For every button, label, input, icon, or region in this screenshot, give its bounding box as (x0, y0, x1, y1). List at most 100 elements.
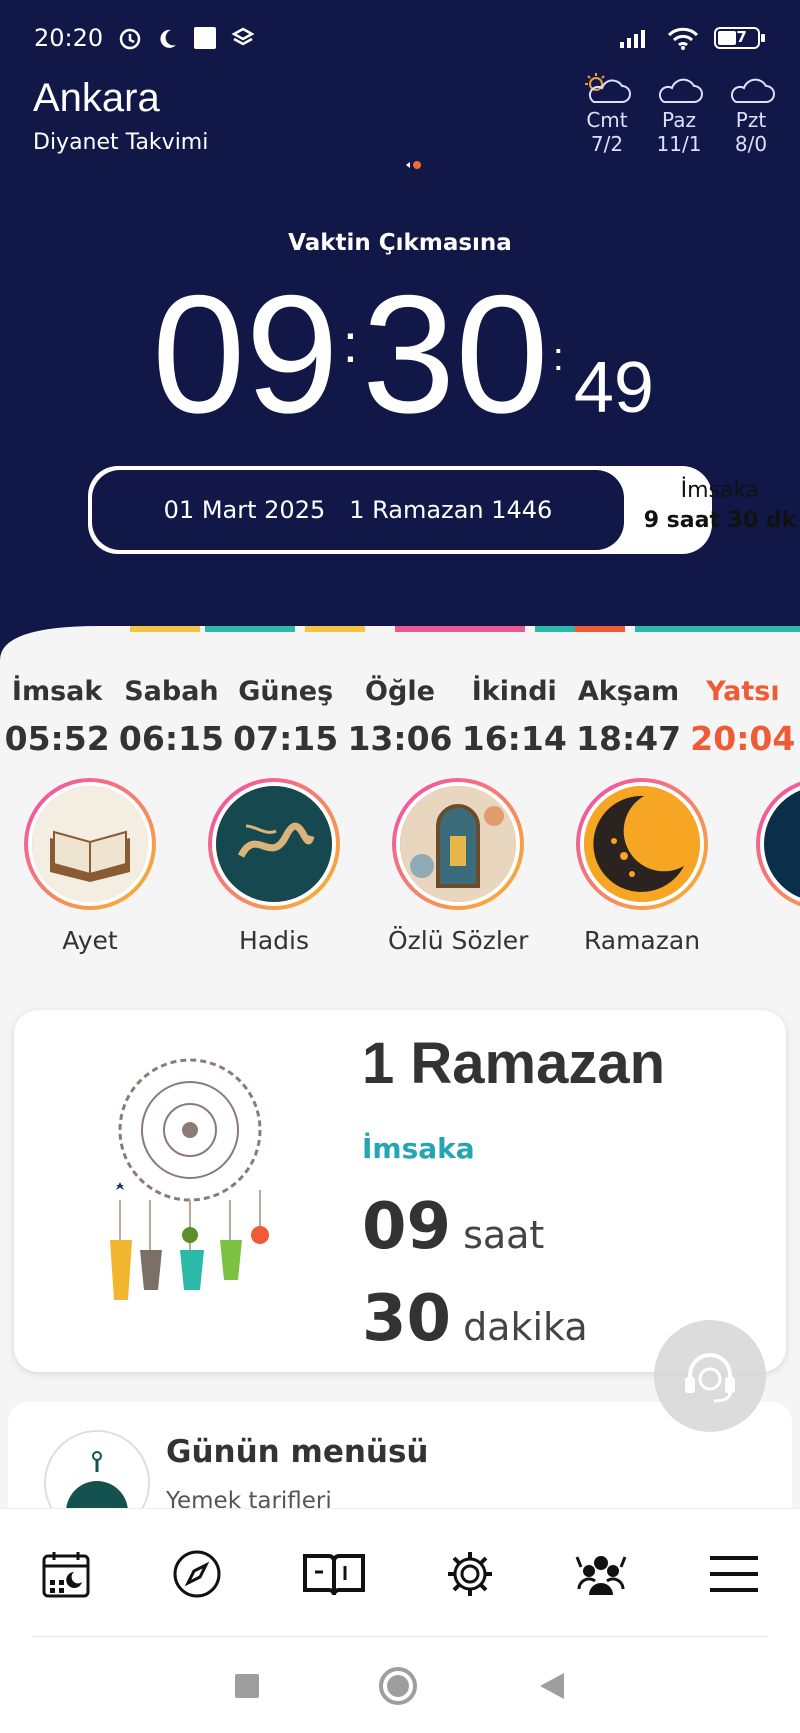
compass-icon[interactable] (172, 1549, 222, 1599)
hijri-date: 1 Ramazan 1446 (349, 496, 553, 524)
partly-cloudy-icon (585, 73, 631, 103)
weather-day-name: Pzt (735, 108, 767, 132)
prayer-name: İkindi (471, 676, 557, 707)
story-ramazan[interactable]: Ramazan (572, 778, 712, 955)
crescent-icon (584, 786, 700, 902)
countdown-hours: 09 (152, 260, 339, 448)
next-prayer-info: İmsaka 9 saat 30 dk (628, 476, 800, 536)
date-bar[interactable]: 01 Mart 2025 1 Ramazan 1446 İmsaka 9 saa… (88, 466, 796, 554)
countdown-label: Vaktin Çıkmasına (288, 230, 512, 256)
countdown-clock: 09:30:49 (0, 270, 800, 438)
story-partial[interactable] (756, 778, 800, 955)
prayer-name: İmsak (11, 676, 103, 707)
status-time: 20:20 (34, 24, 104, 52)
prayer-ikindi: İkindi 16:14 (459, 676, 569, 768)
battery-icon: 47 (714, 25, 766, 51)
countdown-minutes: 30 (361, 260, 549, 448)
next-prayer-name: İmsaka (680, 478, 760, 503)
home-icon[interactable] (378, 1666, 418, 1706)
countdown-colon: : (552, 335, 564, 379)
menu-card-title: Günün menüsü (166, 1434, 429, 1470)
quran-book-icon[interactable] (302, 1550, 365, 1598)
prayer-imsak: İmsak 05:52 (2, 676, 112, 768)
date-display: 01 Mart 2025 1 Ramazan 1446 (92, 470, 624, 550)
city-name[interactable]: Ankara (33, 76, 160, 121)
prayer-name: Akşam (577, 676, 680, 707)
community-icon[interactable] (575, 1549, 627, 1599)
story-hadis[interactable]: Hadis (204, 778, 344, 955)
square-icon (193, 26, 217, 50)
next-prayer-remaining: 9 saat 30 dk (643, 508, 797, 533)
prayer-time: 18:47 (576, 719, 682, 758)
support-button[interactable] (654, 1320, 766, 1432)
weather-day: Pzt 8/0 (726, 72, 776, 156)
alarm-icon (117, 25, 143, 51)
system-nav-bar (0, 1638, 800, 1733)
headset-support-icon (685, 1353, 735, 1403)
mosque-dome-icon (44, 1430, 150, 1512)
weather-day-temp: 8/0 (734, 132, 768, 156)
calligraphy-icon (216, 786, 332, 902)
lantern-window-icon (400, 786, 516, 902)
prayer-time: 06:15 (118, 719, 224, 758)
gregorian-date: 01 Mart 2025 (163, 496, 326, 524)
prayer-time: 16:14 (461, 719, 567, 758)
prayer-time: 07:15 (233, 719, 339, 758)
calendar-moon-icon[interactable] (40, 1548, 92, 1600)
weather-day-temp: 11/1 (656, 132, 702, 156)
nav-divider (32, 1636, 768, 1637)
prayer-name: Yatsı (706, 676, 780, 707)
ramadan-hours: 09 saat (362, 1190, 544, 1264)
layers-icon (231, 26, 255, 50)
back-icon[interactable] (536, 1671, 566, 1701)
menu-icon[interactable] (708, 1554, 760, 1594)
status-bar: 20:20 47 (34, 18, 766, 58)
weather-day-name: Paz (662, 108, 696, 132)
cloud-icon (658, 78, 703, 103)
ramadan-hours-value: 09 (362, 1190, 452, 1264)
open-book-icon (32, 786, 148, 902)
story-label: Özlü Sözler (388, 926, 529, 955)
prayer-time: 13:06 (347, 719, 453, 758)
ramadan-next-label: İmsaka (362, 1132, 475, 1165)
ramadan-minutes-unit: dakika (463, 1305, 588, 1349)
story-label: Hadis (239, 926, 309, 955)
prayer-yatsi: Yatsı 20:04 (688, 676, 798, 768)
prayer-time: 05:52 (4, 719, 110, 758)
prayer-aksam: Akşam 18:47 (574, 676, 684, 768)
weather-day: Paz 11/1 (654, 72, 704, 156)
recent-apps-icon[interactable] (234, 1673, 260, 1699)
countdown-seconds: 49 (573, 348, 654, 428)
prayer-times-row: İmsak 05:52 Sabah 06:15 Güneş 07:15 Öğle 13:… (0, 676, 800, 768)
prayer-sabah: Sabah 06:15 (116, 676, 226, 768)
page-indicator (406, 161, 421, 169)
ramadan-minutes: 30 dakika (362, 1282, 588, 1356)
story-label: Ramazan (583, 926, 701, 955)
prayer-name: Sabah (124, 676, 219, 707)
moon-icon (157, 27, 179, 49)
weather-day-temp: 7/2 (590, 132, 624, 156)
weather-day-name: Cmt (586, 108, 628, 132)
stories-row: Ayet Hadis Özlü Sözler Ramazan (20, 778, 800, 955)
ramadan-hours-unit: saat (463, 1213, 545, 1257)
prayer-name: Öğle (365, 676, 435, 707)
settings-icon[interactable] (445, 1549, 495, 1599)
prayer-ogle: Öğle 13:06 (345, 676, 455, 768)
ramadan-minutes-value: 30 (362, 1282, 452, 1356)
calendar-source: Diyanet Takvimi (33, 130, 209, 155)
ramadan-card[interactable]: 1 Ramazan İmsaka 09 saat 30 dakika (14, 1010, 786, 1372)
mandala-lantern-icon (110, 1058, 269, 1300)
wifi-icon (666, 25, 700, 51)
cloud-icon (730, 78, 775, 103)
story-ayet[interactable]: Ayet (20, 778, 160, 955)
bottom-tab-bar (0, 1508, 800, 1639)
ramadan-day-title: 1 Ramazan (362, 1031, 666, 1096)
story-ozlu-sozler[interactable]: Özlü Sözler (388, 778, 528, 955)
battery-level: 47 (726, 28, 747, 46)
prayer-name: Güneş (238, 676, 334, 707)
countdown-colon: : (342, 314, 358, 374)
hero-header: 20:20 47 Ankara Diyanet Takvimi Cmt 7/2 … (0, 0, 800, 680)
weather-forecast[interactable]: Cmt 7/2 Paz 11/1 Pzt 8/0 (582, 72, 776, 156)
prayer-gunes: Güneş 07:15 (231, 676, 341, 768)
prayer-time: 20:04 (690, 719, 796, 758)
